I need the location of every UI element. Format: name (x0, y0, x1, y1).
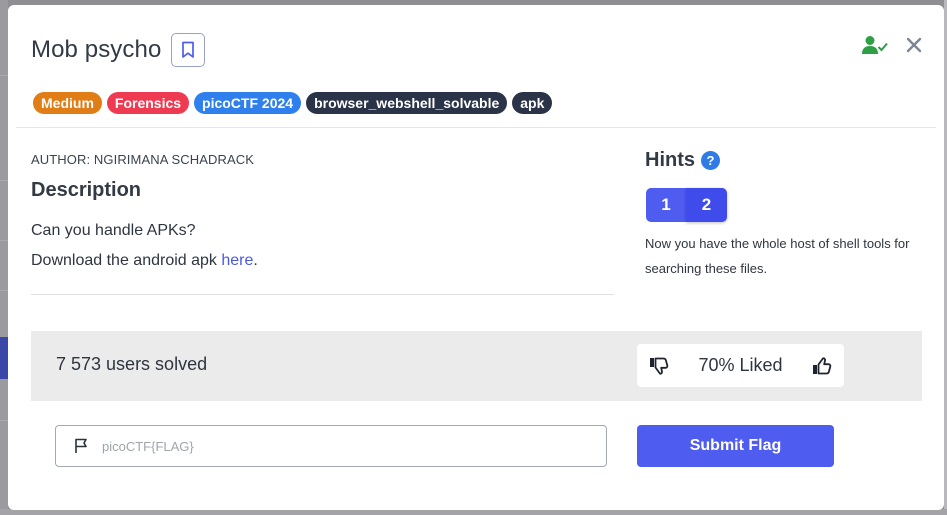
background-divider (0, 240, 8, 241)
tag-difficulty[interactable]: Medium (33, 92, 102, 114)
tag-list: Medium Forensics picoCTF 2024 browser_we… (33, 92, 553, 114)
hint-tabs: 1 2 (646, 188, 727, 222)
challenge-modal: Mob psycho Medium Forensics picoCTF 2024… (8, 5, 944, 510)
hint-content: Now you have the whole host of shell too… (645, 236, 910, 276)
flag-input[interactable] (102, 438, 582, 454)
description-text: Can you handle APKs? (31, 222, 196, 239)
tag-event[interactable]: picoCTF 2024 (194, 92, 302, 114)
hints-heading: Hints (645, 149, 695, 171)
thumbs-down-icon[interactable] (649, 357, 669, 375)
close-icon (906, 37, 922, 53)
title-row: Mob psycho (31, 33, 206, 67)
hint-button-2[interactable]: 2 (686, 188, 727, 222)
user-check-icon (862, 35, 888, 55)
bookmark-icon (182, 41, 195, 58)
stats-bar: 7 573 users solved 70% Liked (31, 331, 922, 401)
background-active-tab (0, 337, 8, 379)
submit-flag-button[interactable]: Submit Flag (637, 425, 834, 467)
background-divider (0, 290, 8, 291)
thumbs-up-icon[interactable] (812, 356, 832, 375)
background-page (0, 0, 8, 515)
solved-count: 7 573 users solved (56, 354, 208, 374)
hint-button-1[interactable]: 1 (646, 188, 686, 222)
background-divider (0, 420, 8, 421)
bookmark-button[interactable] (171, 33, 206, 67)
background-divider (0, 180, 8, 181)
download-prefix: Download the android apk (31, 252, 222, 269)
tag-category[interactable]: Forensics (106, 92, 190, 114)
header-actions (862, 35, 922, 55)
liked-percentage: 70% Liked (698, 355, 783, 375)
close-button[interactable] (906, 37, 922, 53)
description-divider (31, 294, 614, 295)
flag-input-field[interactable] (55, 425, 607, 467)
header-divider (16, 127, 936, 128)
hints-header: Hints ? (645, 149, 720, 172)
challenge-title: Mob psycho (31, 36, 162, 63)
tag-apk[interactable]: apk (512, 92, 553, 114)
description-heading: Description (31, 179, 142, 201)
download-text: Download the android apk here. (31, 252, 258, 270)
help-icon[interactable]: ? (701, 151, 720, 170)
flag-icon (75, 438, 87, 453)
tag-webshell[interactable]: browser_webshell_solvable (306, 92, 508, 114)
rating-box: 70% Liked (637, 344, 844, 387)
author-label: AUTHOR: NGIRIMANA SCHADRACK (31, 152, 255, 167)
download-apk-link[interactable]: here (221, 252, 253, 269)
background-divider (0, 75, 8, 76)
download-suffix: . (253, 252, 258, 269)
